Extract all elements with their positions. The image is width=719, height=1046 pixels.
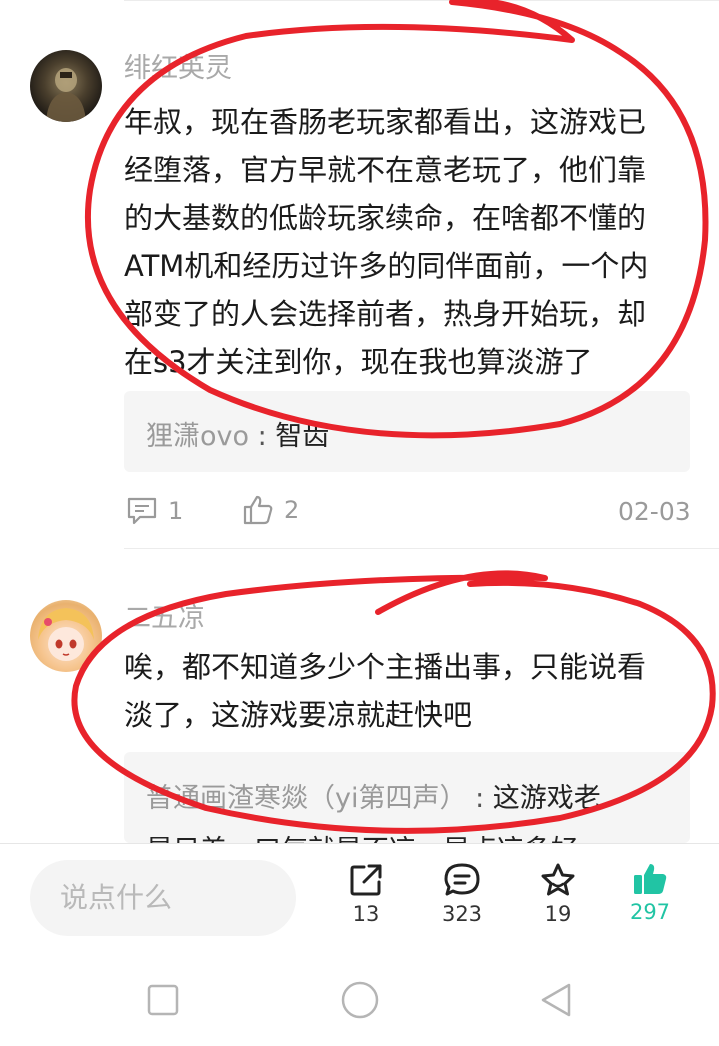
star-icon xyxy=(541,863,575,896)
nav-back-icon[interactable] xyxy=(538,982,574,1018)
post-like-button[interactable]: 297 xyxy=(610,862,690,924)
avatar[interactable] xyxy=(30,600,102,672)
comment-icon xyxy=(127,497,157,525)
bottom-action-bar: 说点什么 13 323 19 297 xyxy=(0,843,719,944)
reply-separator: : xyxy=(249,421,276,452)
reply-author[interactable]: 普通画渣寒燚（yi第四声） xyxy=(146,783,466,814)
comment-line: 年叔，现在香肠老玩家都看出，这游戏已 xyxy=(124,105,647,139)
favorite-count: 19 xyxy=(544,902,572,926)
username[interactable]: 绯红英灵 xyxy=(124,46,232,85)
comment-date: 02-03 xyxy=(618,497,691,526)
share-count: 13 xyxy=(352,902,380,926)
thumbs-up-outline-icon xyxy=(243,495,273,525)
like-count: 2 xyxy=(284,496,300,524)
comments-button[interactable]: 323 xyxy=(422,862,502,926)
reply-button[interactable]: 1 xyxy=(126,496,183,526)
comment-line: 的大基数的低龄玩家续命，在啥都不懂的 xyxy=(124,201,647,235)
reply-preview[interactable]: 普通画渣寒燚（yi第四声） : 这游戏老 是只差一口气就是不凉，早点凉多好 xyxy=(124,752,690,843)
comment-line: 经堕落，官方早就不在意老玩了，他们靠 xyxy=(124,153,647,187)
reply-line: 普通画渣寒燚（yi第四声） : 这游戏老 xyxy=(146,776,601,815)
comment-count: 323 xyxy=(441,902,483,926)
divider-top xyxy=(124,0,719,1)
comment-body: 唉，都不知道多少个主播出事，只能说看 淡了，这游戏要凉就赶快吧 xyxy=(124,643,692,739)
avatar[interactable] xyxy=(30,50,102,122)
reply-separator: : xyxy=(466,783,493,814)
reply-text-continued: 是只差一口气就是不凉，早点凉多好 xyxy=(146,835,578,843)
reply-preview[interactable]: 狸潇ovo : 智齿 xyxy=(124,391,690,472)
comment-bubble-icon xyxy=(444,863,480,896)
reply-author[interactable]: 狸潇ovo xyxy=(146,421,249,452)
reply-text: 智齿 xyxy=(275,421,330,452)
avatar-anime-girl-icon xyxy=(38,608,94,661)
comment-line: 唉，都不知道多少个主播出事，只能说看 xyxy=(124,650,647,684)
comment-line: 在s3才关注到你，现在我也算淡游了 xyxy=(124,345,593,379)
avatar-figure-icon xyxy=(46,68,86,122)
reply-count: 1 xyxy=(168,497,184,525)
comment-line: 部变了的人会选择前者，热身开始玩，却 xyxy=(124,297,647,331)
reply-text: 这游戏老 xyxy=(492,783,601,814)
divider xyxy=(124,548,719,549)
reply-line: 是只差一口气就是不凉，早点凉多好 xyxy=(146,828,578,843)
reply-line: 狸潇ovo : 智齿 xyxy=(146,414,329,453)
nav-recent-icon[interactable] xyxy=(146,983,180,1017)
system-nav-bar xyxy=(0,943,719,1046)
comment-input[interactable]: 说点什么 xyxy=(30,860,296,936)
like-button[interactable]: 2 xyxy=(242,494,299,526)
thumbs-up-icon xyxy=(634,864,667,894)
nav-home-icon[interactable] xyxy=(340,980,380,1020)
share-icon xyxy=(350,864,382,896)
comment-line: 淡了，这游戏要凉就赶快吧 xyxy=(124,698,473,732)
comment-body: 年叔，现在香肠老玩家都看出，这游戏已 经堕落，官方早就不在意老玩了，他们靠 的大… xyxy=(124,98,692,386)
favorite-button[interactable]: 19 xyxy=(518,862,598,926)
username[interactable]: 二五凉 xyxy=(124,596,205,635)
share-button[interactable]: 13 xyxy=(326,862,406,926)
comment-line: ATM机和经历过许多的同伴面前，一个内 xyxy=(124,249,649,283)
like-count: 297 xyxy=(629,900,671,924)
